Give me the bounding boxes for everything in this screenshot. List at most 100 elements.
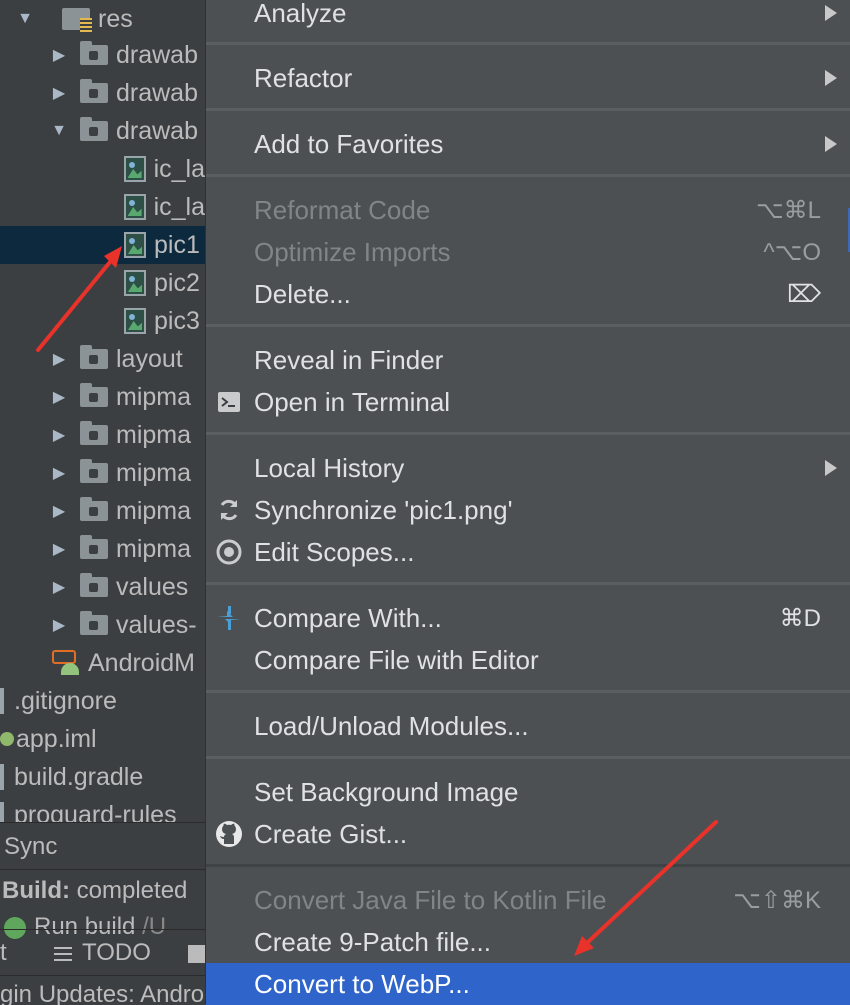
image-file-icon: [123, 156, 146, 182]
chevron-right-icon[interactable]: ▶: [50, 349, 68, 369]
tab-todo[interactable]: TODO: [54, 939, 151, 967]
menu-separator: [206, 324, 850, 327]
chevron-right-icon[interactable]: ▶: [50, 83, 68, 103]
tab-sync[interactable]: Sync: [4, 833, 57, 861]
tree-item-file[interactable]: pic3: [0, 302, 205, 340]
tree-item-file[interactable]: pic2: [0, 264, 205, 302]
tree-item-drawable[interactable]: ▶ drawab: [0, 74, 205, 112]
chevron-right-icon[interactable]: ▶: [50, 501, 68, 521]
image-file-icon: [124, 232, 146, 258]
menu-separator: [206, 42, 850, 45]
tree-item-mipmap[interactable]: ▶ mipma: [0, 416, 205, 454]
chevron-down-icon[interactable]: ▼: [50, 122, 68, 140]
android-manifest-icon: [52, 650, 80, 676]
chevron-right-icon[interactable]: ▶: [50, 425, 68, 445]
image-file-icon: [124, 270, 146, 296]
chevron-right-icon[interactable]: ▶: [50, 539, 68, 559]
delete-key-icon: ⌦: [787, 280, 821, 308]
context-menu: Analyze Refactor Add to Favorites Reform…: [205, 0, 850, 1005]
folder-icon: [80, 421, 108, 445]
submenu-arrow-icon: [825, 136, 837, 152]
tree-item-layout[interactable]: ▶ layout: [0, 340, 205, 378]
tree-item-file[interactable]: ic_la: [0, 150, 205, 188]
chevron-right-icon[interactable]: ▶: [50, 45, 68, 65]
compare-arrows-icon: [214, 603, 244, 633]
menu-item-compare-file-with-editor[interactable]: Compare File with Editor: [206, 639, 850, 681]
menu-item-set-background-image[interactable]: Set Background Image: [206, 771, 850, 813]
build-status: Build: completed: [2, 877, 188, 904]
menu-item-optimize-imports[interactable]: Optimize Imports ^⌥O: [206, 231, 850, 273]
terminal-tab[interactable]: [188, 939, 205, 967]
plugin-updates-status: gin Updates: Androi: [0, 981, 205, 1005]
shortcut-label: ⌘D: [779, 604, 821, 632]
menu-item-analyze[interactable]: Analyze: [206, 0, 850, 34]
chevron-right-icon[interactable]: ▶: [50, 387, 68, 407]
tree-item-values[interactable]: ▶ values: [0, 568, 205, 606]
menu-separator: [206, 690, 850, 693]
scope-icon: [214, 537, 244, 567]
chevron-right-icon[interactable]: ▶: [50, 577, 68, 597]
terminal-icon: [188, 944, 205, 963]
run-build-row[interactable]: Run build /U: [4, 913, 166, 941]
menu-item-reformat-code[interactable]: Reformat Code ⌥⌘L: [206, 189, 850, 231]
tree-item-gitignore[interactable]: .gitignore: [0, 682, 205, 720]
menu-item-compare-with[interactable]: Compare With... ⌘D: [206, 597, 850, 639]
tree-item-res[interactable]: ▼ res: [0, 0, 205, 38]
menu-item-delete[interactable]: Delete... ⌦: [206, 273, 850, 315]
menu-item-load-unload-modules[interactable]: Load/Unload Modules...: [206, 705, 850, 747]
menu-separator: [206, 582, 850, 585]
menu-item-refactor[interactable]: Refactor: [206, 57, 850, 99]
chevron-down-icon[interactable]: ▼: [16, 10, 34, 28]
menu-item-synchronize[interactable]: Synchronize 'pic1.png': [206, 489, 850, 531]
menu-item-create-9-patch[interactable]: Create 9-Patch file...: [206, 921, 850, 963]
tree-item-build-gradle[interactable]: build.gradle: [0, 758, 205, 796]
menu-item-convert-to-webp[interactable]: Convert to WebP...: [206, 963, 850, 1005]
tree-item-file[interactable]: ic_la: [0, 188, 205, 226]
menu-item-local-history[interactable]: Local History: [206, 447, 850, 489]
menu-item-create-gist[interactable]: Create Gist...: [206, 813, 850, 855]
submenu-arrow-icon: [825, 5, 837, 21]
tree-item-mipmap[interactable]: ▶ mipma: [0, 378, 205, 416]
build-tool-window: Sync Build: completed Run build /U t TOD…: [0, 822, 205, 1005]
menu-item-open-in-terminal[interactable]: Open in Terminal: [206, 381, 850, 423]
tree-item-proguard[interactable]: proguard-rules: [0, 796, 205, 822]
tree-item-drawable[interactable]: ▶ drawab: [0, 36, 205, 74]
tree-item-app-iml[interactable]: app.iml: [0, 720, 205, 758]
folder-icon: [80, 41, 108, 65]
submenu-arrow-icon: [825, 460, 837, 476]
folder-icon: [80, 383, 108, 407]
menu-item-edit-scopes[interactable]: Edit Scopes...: [206, 531, 850, 573]
folder-icon: [80, 345, 108, 369]
tree-item-mipmap[interactable]: ▶ mipma: [0, 492, 205, 530]
sync-icon: [214, 495, 244, 525]
tree-item-mipmap[interactable]: ▶ mipma: [0, 530, 205, 568]
menu-item-add-to-favorites[interactable]: Add to Favorites: [206, 123, 850, 165]
shortcut-label: ⌥⌘L: [755, 196, 821, 224]
file-icon: [0, 802, 4, 822]
menu-separator: [206, 864, 850, 867]
folder-icon: [80, 459, 108, 483]
todo-icon: [54, 946, 72, 961]
tree-item-values[interactable]: ▶ values-: [0, 606, 205, 644]
terminal-icon: [214, 387, 244, 417]
menu-separator: [206, 756, 850, 759]
menu-separator: [206, 432, 850, 435]
menu-separator: [206, 174, 850, 177]
project-tree: ▼ res ▶ drawab ▶ drawab ▼ drawab ic_la i…: [0, 0, 205, 822]
submenu-arrow-icon: [825, 70, 837, 86]
chevron-right-icon[interactable]: ▶: [50, 463, 68, 483]
gradle-file-icon: [0, 764, 4, 790]
folder-icon: [80, 573, 108, 597]
menu-item-reveal-in-finder[interactable]: Reveal in Finder: [206, 339, 850, 381]
menu-item-convert-to-kotlin[interactable]: Convert Java File to Kotlin File ⌥⇧⌘K: [206, 879, 850, 921]
tree-item-drawable[interactable]: ▼ drawab: [0, 112, 205, 150]
menu-separator: [206, 108, 850, 111]
chevron-right-icon[interactable]: ▶: [50, 615, 68, 635]
folder-icon: [80, 535, 108, 559]
folder-icon: [80, 117, 108, 141]
tree-item-manifest[interactable]: AndroidM: [0, 644, 205, 682]
tab-left[interactable]: t: [0, 939, 7, 967]
tree-item-pic1-selected[interactable]: pic1: [0, 226, 205, 264]
file-icon: [0, 688, 4, 714]
tree-item-mipmap[interactable]: ▶ mipma: [0, 454, 205, 492]
